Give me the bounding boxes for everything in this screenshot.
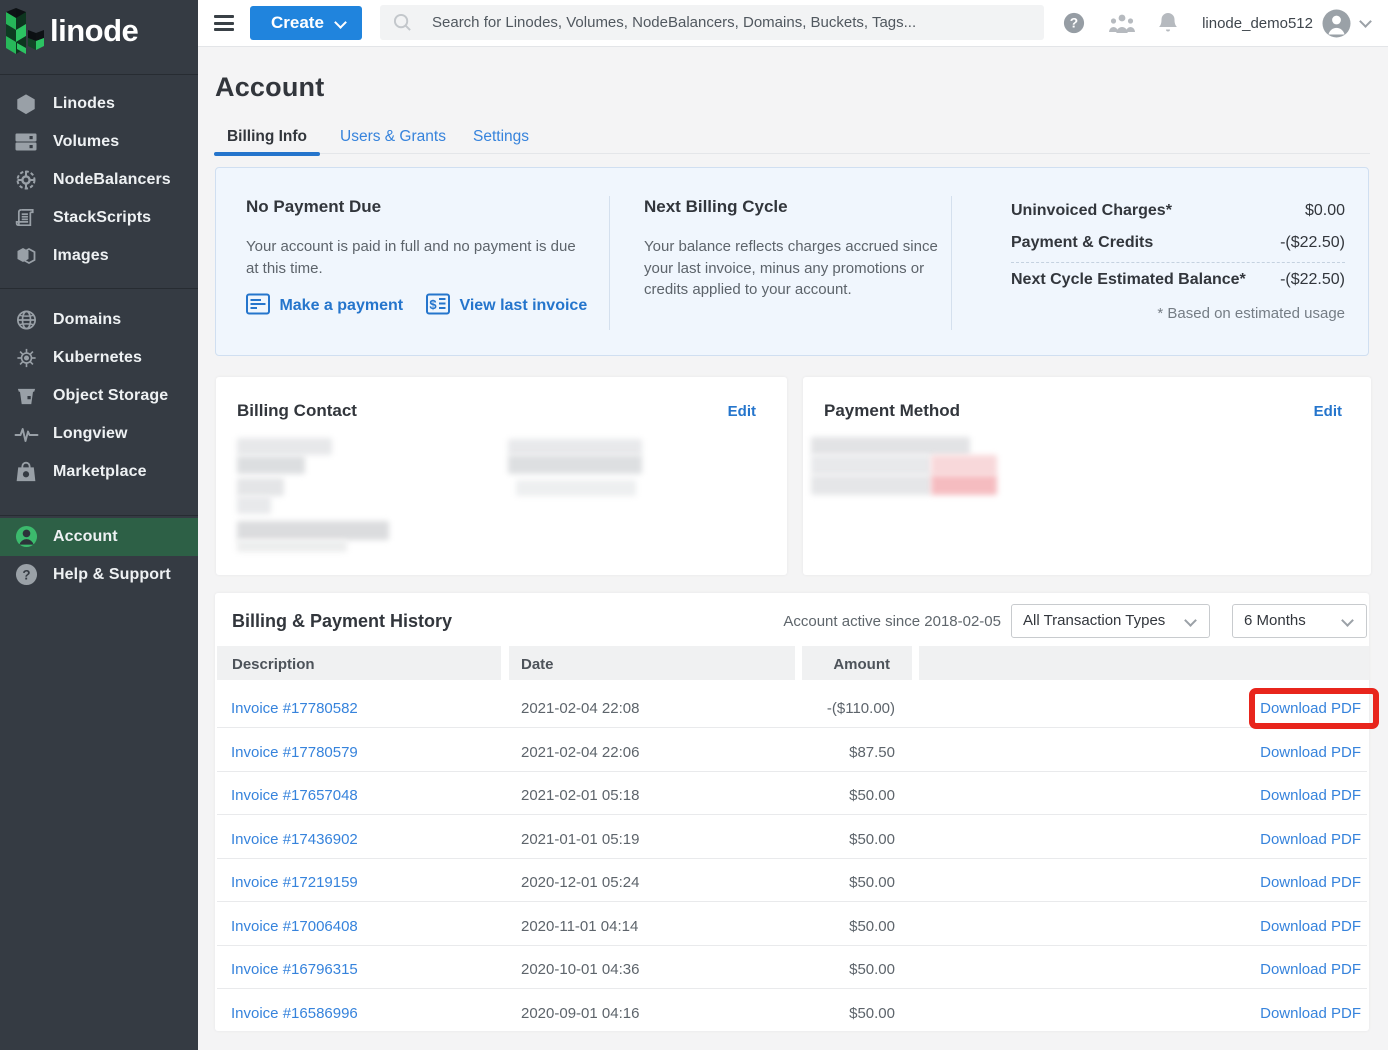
svg-text:$: $ bbox=[429, 297, 437, 312]
svg-text:?: ? bbox=[22, 567, 30, 582]
svg-text:?: ? bbox=[1070, 16, 1078, 31]
